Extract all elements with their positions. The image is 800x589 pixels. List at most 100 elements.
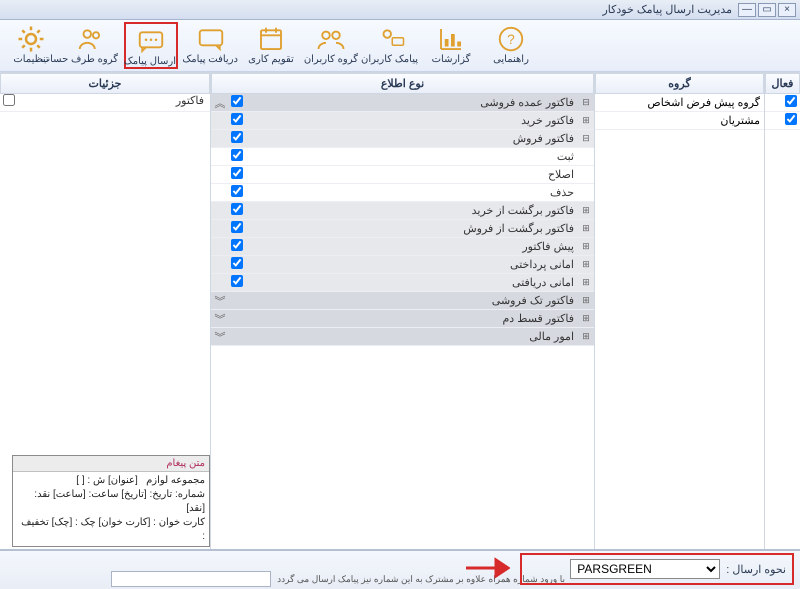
col-details-header: جزئیات — [0, 73, 210, 94]
type-label: امور مالی — [249, 330, 578, 343]
type-row[interactable]: ⊞فاکتور خرید — [211, 112, 594, 130]
send-mode-box: نحوه ارسال : PARSGREEN — [520, 553, 794, 585]
type-row[interactable]: ثبت — [211, 148, 594, 166]
type-checkbox[interactable] — [231, 113, 243, 125]
type-label: ثبت — [249, 150, 578, 163]
type-row[interactable]: ⊟فاکتور فروش — [211, 130, 594, 148]
type-row[interactable]: حذف — [211, 184, 594, 202]
help-icon: ? — [494, 24, 528, 54]
chevron-up-icon[interactable]: ︽ — [211, 95, 229, 111]
type-checkbox[interactable] — [231, 275, 243, 287]
send-mode-select[interactable]: PARSGREEN — [570, 559, 720, 579]
ribbon-receive-sms[interactable]: دریافت پیامک — [184, 22, 238, 65]
restore-icon[interactable]: ▭ — [758, 3, 776, 17]
people-icon — [74, 24, 108, 54]
ribbon-user-group[interactable]: گروه کاربران — [304, 22, 358, 65]
expand-icon[interactable]: ⊞ — [578, 259, 594, 270]
ribbon: تنظیمات گروه طرف حساب ارسال پیامک دریافت… — [0, 20, 800, 72]
calendar-icon — [254, 24, 288, 54]
type-row[interactable]: ⊞پیش فاکتور — [211, 238, 594, 256]
type-row[interactable]: ⊞امانی دریافتی — [211, 274, 594, 292]
inbox-icon — [194, 24, 228, 54]
ribbon-label: گروه طرف حساب — [64, 54, 118, 65]
send-mode-label: نحوه ارسال : — [726, 563, 786, 576]
column-group: گروه گروه پیش فرض اشخاص مشتریان — [594, 73, 764, 557]
ribbon-label: ارسال پیامک — [126, 56, 176, 67]
type-checkbox[interactable] — [231, 185, 243, 197]
expand-icon[interactable]: ⊞ — [578, 223, 594, 234]
type-row[interactable]: ⊞فاکتور برگشت از خرید — [211, 202, 594, 220]
type-checkbox[interactable] — [231, 221, 243, 233]
message-body: مجموعه لوازم [عنوان] ش : [ ] شماره: تاری… — [13, 472, 209, 546]
type-label: فاکتور عمده فروشی — [249, 96, 578, 109]
users-icon — [314, 24, 348, 54]
ribbon-label: تقویم کاری — [244, 54, 298, 65]
type-label: پیش فاکتور — [249, 240, 578, 253]
col-group-header: گروه — [595, 73, 764, 94]
chevron-down-icon[interactable]: ︾ — [211, 293, 229, 309]
details-label: فاکتور — [18, 94, 210, 111]
chevron-down-icon[interactable]: ︾ — [211, 329, 229, 345]
user-chat-icon — [374, 24, 408, 54]
phone-input[interactable] — [111, 571, 271, 587]
expand-icon[interactable]: ⊞ — [578, 331, 594, 342]
type-row[interactable]: ⊞فاکتور برگشت از فروش — [211, 220, 594, 238]
group-row[interactable]: مشتریان — [595, 112, 764, 130]
expand-icon[interactable]: ⊞ — [578, 277, 594, 288]
collapse-icon[interactable]: ⊟ — [578, 97, 594, 108]
ribbon-label: گزارشات — [424, 54, 478, 65]
col-type-header: نوع اطلاع — [211, 73, 594, 94]
group-row[interactable]: گروه پیش فرض اشخاص — [595, 94, 764, 112]
ribbon-label: راهنمایی — [484, 54, 538, 65]
type-label: فاکتور برگشت از خرید — [249, 204, 578, 217]
column-active: فعال — [764, 73, 800, 557]
ribbon-label: گروه کاربران — [304, 54, 358, 65]
message-box: متن پیغام مجموعه لوازم [عنوان] ش : [ ] ش… — [12, 455, 210, 547]
bottom-bar: با ورود شماره همراه علاوه بر مشترک به ای… — [0, 549, 800, 589]
type-label: امانی پرداختی — [249, 258, 578, 271]
window-buttons: × ▭ — — [738, 3, 796, 17]
expand-icon[interactable]: ⊞ — [578, 241, 594, 252]
type-checkbox[interactable] — [231, 95, 243, 107]
type-checkbox[interactable] — [231, 239, 243, 251]
ribbon-calendar[interactable]: تقویم کاری — [244, 22, 298, 65]
type-row[interactable]: ⊞فاکتور تک فروشی︾ — [211, 292, 594, 310]
col-active-header: فعال — [765, 73, 800, 94]
type-label: فاکتور قسط دم — [249, 312, 578, 325]
ribbon-label: پیامک کاربران — [364, 54, 418, 65]
type-row[interactable]: ⊟فاکتور عمده فروشی ︽ — [211, 94, 594, 112]
close-icon[interactable]: × — [778, 3, 796, 17]
type-checkbox[interactable] — [231, 149, 243, 161]
expand-icon[interactable]: ⊞ — [578, 295, 594, 306]
active-checkbox-0[interactable] — [785, 95, 797, 107]
window-title: مدیریت ارسال پیامک خودکار — [4, 3, 738, 16]
details-row[interactable]: فاکتور — [0, 94, 210, 112]
type-row[interactable]: ⊞امور مالی ︾ — [211, 328, 594, 346]
type-label: فاکتور خرید — [249, 114, 578, 127]
collapse-icon[interactable]: ⊟ — [578, 133, 594, 144]
details-checkbox[interactable] — [3, 94, 15, 106]
type-row[interactable]: ⊞فاکتور قسط دم ︾ — [211, 310, 594, 328]
ribbon-account-group[interactable]: گروه طرف حساب — [64, 22, 118, 65]
chevron-down-icon[interactable]: ︾ — [211, 311, 229, 327]
gear-icon — [14, 24, 48, 54]
active-checkbox-1[interactable] — [785, 113, 797, 125]
expand-icon[interactable]: ⊞ — [578, 205, 594, 216]
type-checkbox[interactable] — [231, 257, 243, 269]
ribbon-user-sms[interactable]: پیامک کاربران — [364, 22, 418, 65]
minimize-icon[interactable]: — — [738, 3, 756, 17]
ribbon-send-sms[interactable]: ارسال پیامک — [124, 22, 178, 69]
expand-icon[interactable]: ⊞ — [578, 115, 594, 126]
type-checkbox[interactable] — [231, 131, 243, 143]
ribbon-label: دریافت پیامک — [184, 54, 238, 65]
type-label: اصلاح — [249, 168, 578, 181]
expand-icon[interactable]: ⊞ — [578, 313, 594, 324]
ribbon-reports[interactable]: گزارشات — [424, 22, 478, 65]
group-label: مشتریان — [720, 114, 760, 127]
type-row[interactable]: اصلاح — [211, 166, 594, 184]
type-row[interactable]: ⊞امانی پرداختی — [211, 256, 594, 274]
chart-icon — [434, 24, 468, 54]
ribbon-help[interactable]: ? راهنمایی — [484, 22, 538, 65]
type-checkbox[interactable] — [231, 203, 243, 215]
type-checkbox[interactable] — [231, 167, 243, 179]
